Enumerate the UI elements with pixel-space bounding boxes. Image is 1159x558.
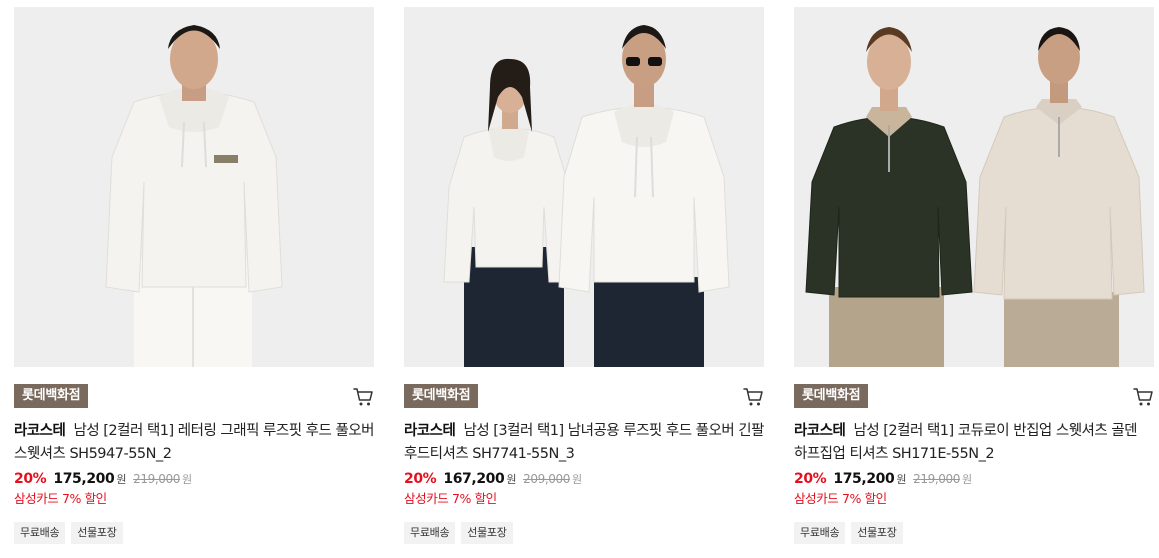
- product-card[interactable]: 롯데백화점 라코스테 남성 [2컬러 택1] 코듀로이 반집업 스웻셔츠 골덴 …: [794, 7, 1154, 544]
- price-row: 20% 175,200 원 219,000 원: [794, 469, 1154, 490]
- product-title[interactable]: 라코스테 남성 [3컬러 택1] 남녀공용 루즈핏 후드 풀오버 긴팔 후드티셔…: [404, 420, 764, 466]
- tag-list: 무료배송 선물포장: [14, 522, 374, 544]
- store-badge: 롯데백화점: [404, 384, 479, 408]
- currency-unit: 원: [116, 473, 127, 486]
- tag-free-shipping: 무료배송: [794, 522, 846, 544]
- sale-price: 175,200: [833, 471, 895, 487]
- product-name: 남성 [3컬러 택1] 남녀공용 루즈핏 후드 풀오버 긴팔 후드티셔츠 SH7…: [404, 423, 764, 462]
- sale-price: 175,200: [53, 471, 115, 487]
- product-name: 남성 [2컬러 택1] 레터링 그래픽 루즈핏 후드 풀오버 스웻셔츠 SH59…: [14, 423, 374, 462]
- currency-unit: 원: [896, 473, 907, 486]
- store-row: 롯데백화점: [14, 384, 374, 412]
- tag-gift-wrap: 선물포장: [71, 522, 123, 544]
- tag-list: 무료배송 선물포장: [794, 522, 1154, 544]
- product-photo: [404, 7, 764, 367]
- original-price: 209,000: [523, 472, 570, 486]
- product-card[interactable]: 롯데백화점 라코스테 남성 [2컬러 택1] 레터링 그래픽 루즈핏 후드 풀오…: [14, 7, 374, 544]
- discount-rate: 20%: [794, 471, 827, 487]
- product-brand: 라코스테: [794, 423, 846, 439]
- tag-free-shipping: 무료배송: [404, 522, 456, 544]
- original-price: 219,000: [913, 472, 960, 486]
- price-row: 20% 167,200 원 209,000 원: [404, 469, 764, 490]
- original-price: 219,000: [133, 472, 180, 486]
- product-title[interactable]: 라코스테 남성 [2컬러 택1] 코듀로이 반집업 스웻셔츠 골덴 하프집업 티…: [794, 420, 1154, 466]
- original-currency-unit: 원: [181, 473, 192, 486]
- product-image[interactable]: [794, 7, 1154, 367]
- product-brand: 라코스테: [14, 423, 66, 439]
- sale-price: 167,200: [443, 471, 505, 487]
- price-row: 20% 175,200 원 219,000 원: [14, 469, 374, 490]
- original-currency-unit: 원: [961, 473, 972, 486]
- add-to-cart-icon[interactable]: [742, 386, 764, 408]
- card-promotion: 삼성카드 7% 할인: [14, 491, 107, 506]
- store-row: 롯데백화점: [794, 384, 1154, 412]
- card-promotion: 삼성카드 7% 할인: [794, 491, 887, 506]
- original-currency-unit: 원: [571, 473, 582, 486]
- product-image[interactable]: [404, 7, 764, 367]
- discount-rate: 20%: [14, 471, 47, 487]
- currency-unit: 원: [506, 473, 517, 486]
- add-to-cart-icon[interactable]: [352, 386, 374, 408]
- store-badge: 롯데백화점: [794, 384, 869, 408]
- product-grid: 롯데백화점 라코스테 남성 [2컬러 택1] 레터링 그래픽 루즈핏 후드 풀오…: [14, 7, 1159, 544]
- product-name: 남성 [2컬러 택1] 코듀로이 반집업 스웻셔츠 골덴 하프집업 티셔츠 SH…: [794, 423, 1138, 462]
- product-photo: [14, 7, 374, 367]
- card-promotion: 삼성카드 7% 할인: [404, 491, 497, 506]
- tag-list: 무료배송 선물포장: [404, 522, 764, 544]
- tag-free-shipping: 무료배송: [14, 522, 66, 544]
- product-photo: [794, 7, 1154, 367]
- store-badge: 롯데백화점: [14, 384, 89, 408]
- tag-gift-wrap: 선물포장: [851, 522, 903, 544]
- product-image[interactable]: [14, 7, 374, 367]
- product-card[interactable]: 롯데백화점 라코스테 남성 [3컬러 택1] 남녀공용 루즈핏 후드 풀오버 긴…: [404, 7, 764, 544]
- product-title[interactable]: 라코스테 남성 [2컬러 택1] 레터링 그래픽 루즈핏 후드 풀오버 스웻셔츠…: [14, 420, 374, 466]
- store-row: 롯데백화점: [404, 384, 764, 412]
- add-to-cart-icon[interactable]: [1132, 386, 1154, 408]
- tag-gift-wrap: 선물포장: [461, 522, 513, 544]
- discount-rate: 20%: [404, 471, 437, 487]
- product-brand: 라코스테: [404, 423, 456, 439]
